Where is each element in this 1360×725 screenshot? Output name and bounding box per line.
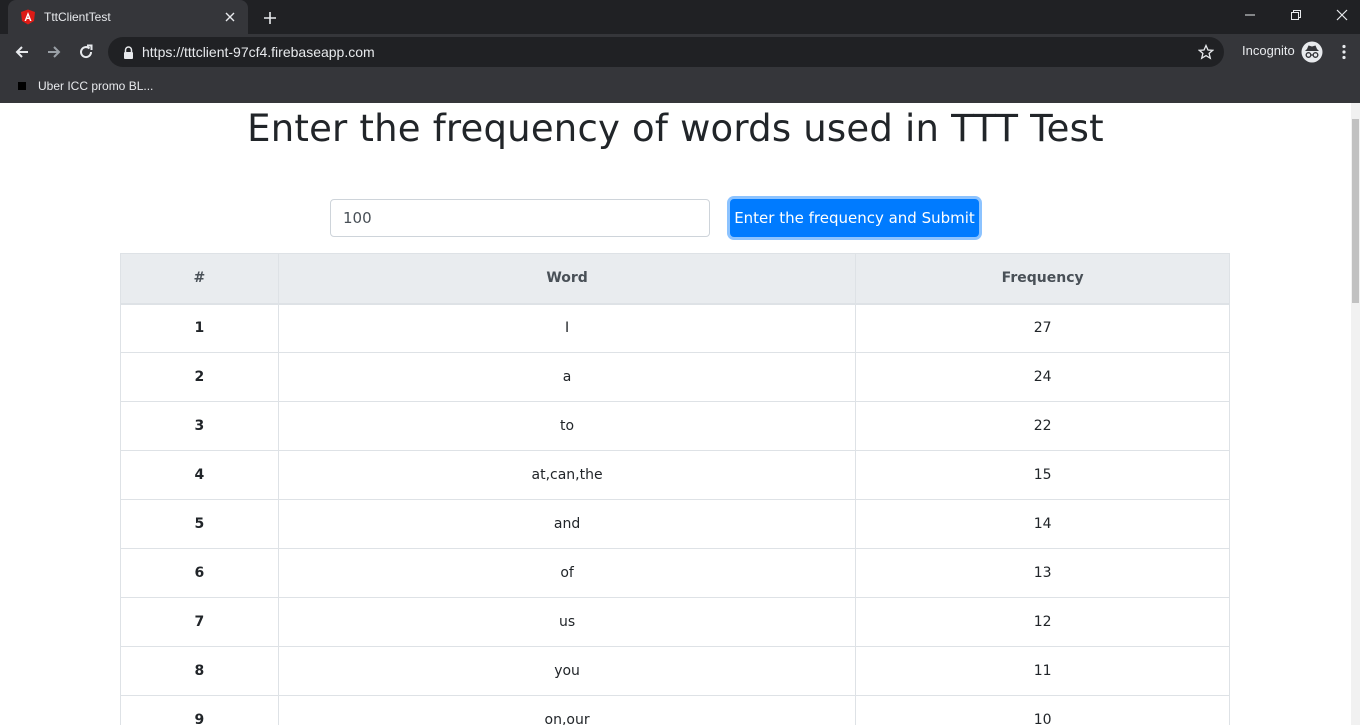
browser-tab[interactable]: TttClientTest — [8, 0, 248, 34]
bookmark-item[interactable]: Uber ICC promo BL... — [12, 75, 159, 97]
submit-button[interactable]: Enter the frequency and Submit — [730, 199, 979, 237]
table-row: 1 I 27 — [120, 303, 1230, 353]
header-rank: # — [120, 253, 279, 305]
cell-frequency: 15 — [855, 450, 1230, 500]
cell-word: I — [277, 303, 857, 353]
cell-word: on,our — [277, 695, 857, 725]
bookmark-star-icon[interactable] — [1196, 42, 1216, 62]
incognito-label: Incognito — [1242, 43, 1295, 58]
arrow-right-icon — [48, 46, 61, 58]
tab-title: TttClientTest — [44, 10, 111, 24]
page-scrollbar[interactable] — [1351, 103, 1360, 725]
incognito-icon[interactable] — [1301, 41, 1323, 63]
cell-frequency: 24 — [855, 352, 1230, 402]
close-tab-icon[interactable] — [222, 9, 238, 25]
cell-word: of — [277, 548, 857, 598]
cell-rank: 7 — [120, 597, 279, 647]
new-tab-button[interactable] — [258, 6, 282, 30]
bookmark-label: Uber ICC promo BL... — [38, 79, 154, 93]
word-frequency-table: # Word Frequency 1 I 27 2 a 24 3 to 22 4… — [120, 253, 1230, 725]
url-text: https://tttclient-97cf4.firebaseapp.com — [142, 44, 375, 60]
table-header-row: # Word Frequency — [120, 253, 1230, 305]
address-bar[interactable]: https://tttclient-97cf4.firebaseapp.com — [108, 37, 1224, 67]
cell-word: and — [277, 499, 857, 549]
table-row: 7 us 12 — [120, 597, 1230, 647]
bookmark-favicon-icon — [18, 82, 26, 90]
cell-frequency: 14 — [855, 499, 1230, 549]
table-row: 9 on,our 10 — [120, 695, 1230, 725]
cell-rank: 4 — [120, 450, 279, 500]
lock-icon — [120, 44, 136, 60]
table-row: 6 of 13 — [120, 548, 1230, 598]
table-row: 5 and 14 — [120, 499, 1230, 549]
cell-rank: 8 — [120, 646, 279, 696]
table-row: 3 to 22 — [120, 401, 1230, 451]
page-title: Enter the frequency of words used in TTT… — [247, 107, 1104, 150]
cell-frequency: 22 — [855, 401, 1230, 451]
reload-button[interactable] — [72, 38, 100, 66]
restore-icon — [1291, 10, 1301, 20]
cell-word: a — [277, 352, 857, 402]
cell-word: at,can,the — [277, 450, 857, 500]
restore-button[interactable] — [1273, 0, 1319, 30]
cell-word: you — [277, 646, 857, 696]
cell-frequency: 12 — [855, 597, 1230, 647]
forward-button[interactable] — [40, 38, 68, 66]
cell-rank: 3 — [120, 401, 279, 451]
cell-frequency: 10 — [855, 695, 1230, 725]
table-row: 2 a 24 — [120, 352, 1230, 402]
menu-button[interactable] — [1336, 40, 1352, 64]
minimize-button[interactable] — [1227, 0, 1273, 30]
reload-icon — [80, 44, 93, 59]
close-icon — [1336, 9, 1348, 21]
cell-frequency: 13 — [855, 548, 1230, 598]
page-viewport: Enter the frequency of words used in TTT… — [0, 103, 1351, 725]
back-button[interactable] — [8, 38, 36, 66]
cell-frequency: 27 — [855, 303, 1230, 353]
cell-word: us — [277, 597, 857, 647]
kebab-icon — [1342, 44, 1346, 60]
header-word: Word — [277, 253, 857, 305]
table-row: 8 you 11 — [120, 646, 1230, 696]
browser-titlebar: TttClientTest — [0, 0, 1360, 34]
cell-rank: 1 — [120, 303, 279, 353]
cell-frequency: 11 — [855, 646, 1230, 696]
arrow-left-icon — [15, 46, 28, 58]
plus-icon — [264, 12, 276, 24]
cell-word: to — [277, 401, 857, 451]
frequency-input[interactable] — [330, 199, 710, 237]
minimize-icon — [1245, 14, 1255, 16]
close-window-button[interactable] — [1319, 0, 1360, 30]
cell-rank: 6 — [120, 548, 279, 598]
scrollbar-thumb[interactable] — [1352, 119, 1359, 303]
table-row: 4 at,can,the 15 — [120, 450, 1230, 500]
cell-rank: 9 — [120, 695, 279, 725]
angular-icon — [20, 9, 36, 25]
browser-toolbar: https://tttclient-97cf4.firebaseapp.com … — [0, 34, 1360, 70]
header-frequency: Frequency — [855, 253, 1230, 305]
cell-rank: 5 — [120, 499, 279, 549]
cell-rank: 2 — [120, 352, 279, 402]
bookmarks-bar: Uber ICC promo BL... — [0, 70, 1360, 103]
